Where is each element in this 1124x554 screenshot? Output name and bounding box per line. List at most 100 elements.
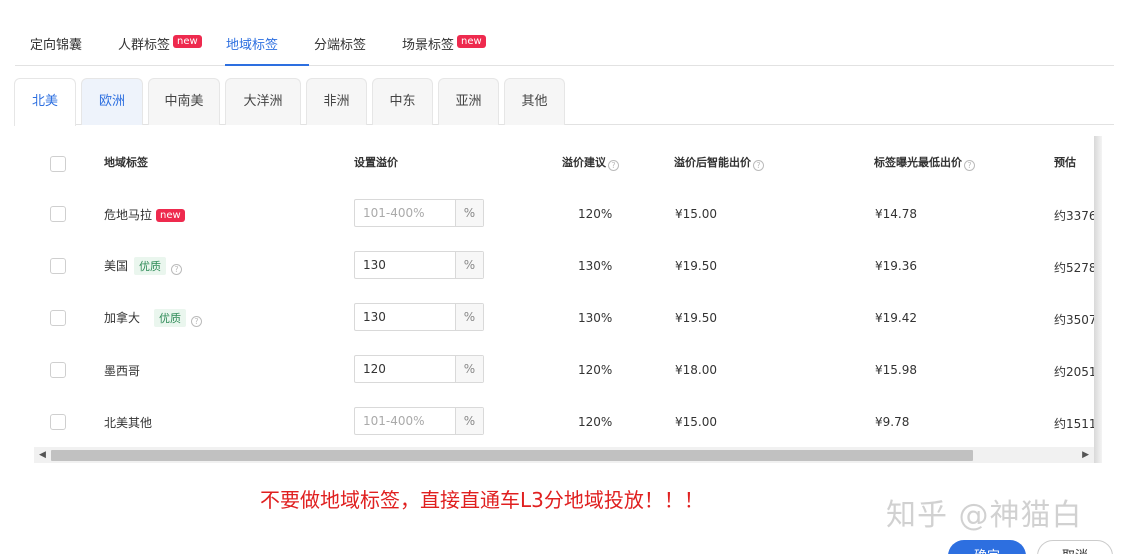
region-tab-oceania[interactable]: 大洋洲 [225, 78, 301, 125]
horizontal-scrollbar[interactable]: ◀ ▶ [34, 447, 1094, 463]
region-tab-europe[interactable]: 欧洲 [81, 78, 143, 125]
tab-region-tags[interactable]: 地域标签 [226, 34, 278, 53]
premium-input[interactable] [355, 252, 456, 278]
tab-label: 人群标签 [118, 38, 171, 53]
premium-advice: 120% [578, 363, 613, 377]
active-tab-indicator [225, 64, 309, 66]
scroll-left-icon[interactable]: ◀ [39, 450, 46, 460]
region-tab-label: 亚洲 [455, 94, 482, 109]
row-checkbox[interactable] [50, 310, 66, 326]
row-checkbox[interactable] [50, 258, 66, 274]
scroll-right-icon[interactable]: ▶ [1082, 450, 1089, 460]
region-tab-label: 大洋洲 [243, 94, 283, 109]
header-min-bid-wrap: 标签曝光最低出价? [874, 154, 975, 171]
header-set-premium: 设置溢价 [354, 156, 398, 169]
help-icon[interactable]: ? [753, 160, 764, 171]
premium-input-group: % [354, 251, 484, 279]
smart-bid: ¥19.50 [675, 311, 717, 325]
region-name: 墨西哥 [104, 364, 141, 378]
header-smart-bid: 溢价后智能出价 [674, 156, 751, 169]
table-row: 危地马拉new % 120% ¥15.00 ¥14.78 约3376 [34, 187, 1094, 239]
tab-crowd-tags[interactable]: 人群标签 new [118, 34, 202, 53]
region-tab-asia[interactable]: 亚洲 [438, 78, 499, 125]
top-tab-bar: 定向锦囊 人群标签 new 地域标签 分端标签 场景标签 new [15, 22, 1114, 66]
header-premium-advice-wrap: 溢价建议? [562, 154, 619, 171]
header-premium-advice: 溢价建议 [562, 156, 606, 169]
estimate: 约1511 [1054, 417, 1094, 431]
region-tab-north-america[interactable]: 北美 [14, 78, 76, 126]
premium-input-group: % [354, 407, 484, 435]
percent-unit: % [455, 304, 483, 330]
region-tag-table: 地域标签 设置溢价 溢价建议? 溢价后智能出价? 标签曝光最低出价? 预估 危地… [34, 136, 1094, 463]
help-icon[interactable]: ? [608, 160, 619, 171]
tab-scene-tags[interactable]: 场景标签 new [402, 34, 486, 53]
help-icon[interactable]: ? [964, 160, 975, 171]
premium-input-group: % [354, 355, 484, 383]
percent-unit: % [455, 408, 483, 434]
row-checkbox[interactable] [50, 414, 66, 430]
table-row: 北美其他 % 120% ¥15.00 ¥9.78 约1511 [34, 395, 1094, 447]
region-name: 美国 [104, 259, 129, 273]
region-tab-middle-east[interactable]: 中东 [372, 78, 433, 125]
region-tab-other[interactable]: 其他 [504, 78, 565, 125]
premium-input[interactable] [355, 408, 456, 434]
tab-label: 场景标签 [402, 38, 455, 53]
scrollbar-thumb[interactable] [51, 450, 973, 461]
premium-input[interactable] [355, 200, 456, 226]
region-tab-label: 其他 [521, 94, 548, 109]
table-row: 墨西哥 % 120% ¥18.00 ¥15.98 约2051 [34, 343, 1094, 395]
region-tab-label: 非洲 [323, 94, 350, 109]
min-bid: ¥19.36 [875, 259, 917, 273]
smart-bid: ¥18.00 [675, 363, 717, 377]
premium-advice: 130% [578, 311, 613, 325]
premium-input[interactable] [355, 304, 456, 330]
estimate: 约2051 [1054, 365, 1094, 379]
help-icon[interactable]: ? [171, 264, 183, 275]
premium-advice: 130% [578, 259, 613, 273]
header-smart-bid-wrap: 溢价后智能出价? [674, 154, 764, 171]
tab-device-tags[interactable]: 分端标签 [314, 34, 366, 53]
new-badge: new [173, 35, 202, 48]
min-bid: ¥15.98 [875, 363, 917, 377]
percent-unit: % [455, 356, 483, 382]
quality-badge: 优质 [154, 309, 187, 327]
region-tab-label: 中东 [389, 94, 416, 109]
region-name: 加拿大 [104, 311, 141, 325]
region-tab-latin-america[interactable]: 中南美 [148, 78, 220, 125]
percent-unit: % [455, 200, 483, 226]
table-row: 加拿大优质? % 130% ¥19.50 ¥19.42 约3507 [34, 291, 1094, 343]
region-name-cell: 危地马拉 new [104, 206, 185, 223]
region-tab-africa[interactable]: 非洲 [306, 78, 367, 125]
row-checkbox[interactable] [50, 206, 66, 222]
min-bid: ¥14.78 [875, 207, 917, 221]
table-row: 美国优质? % 130% ¥19.50 ¥19.36 约5278 [34, 239, 1094, 291]
tab-targeting-tips[interactable]: 定向锦囊 [30, 34, 82, 53]
premium-advice: 120% [578, 207, 613, 221]
estimate: 约5278 [1054, 261, 1094, 275]
premium-input[interactable] [355, 356, 456, 382]
smart-bid: ¥15.00 [675, 207, 717, 221]
estimate: 约3507 [1054, 313, 1094, 327]
region-tab-bar: 北美 欧洲 中南美 大洋洲 非洲 中东 亚洲 其他 [14, 78, 1114, 126]
header-min-bid: 标签曝光最低出价 [874, 156, 962, 169]
new-badge: new [457, 35, 486, 48]
select-all-checkbox[interactable] [50, 156, 66, 172]
header-region-tag: 地域标签 [104, 156, 148, 169]
cancel-button[interactable]: 取消 [1037, 540, 1113, 554]
watermark: 知乎 @神猫白 [886, 498, 1083, 533]
table-scroll-shadow [1094, 136, 1102, 463]
confirm-button[interactable]: 确定 [948, 540, 1026, 554]
min-bid: ¥19.42 [875, 311, 917, 325]
new-badge: new [156, 209, 185, 222]
help-icon[interactable]: ? [191, 316, 203, 327]
region-tab-label: 欧洲 [98, 94, 125, 109]
quality-badge: 优质 [134, 257, 167, 275]
estimate: 约3376 [1054, 209, 1094, 223]
region-tab-label: 中南美 [164, 94, 204, 109]
percent-unit: % [455, 252, 483, 278]
warning-annotation: 不要做地域标签，直接直通车L3分地域投放！！！ [260, 488, 704, 512]
row-checkbox[interactable] [50, 362, 66, 378]
region-name: 北美其他 [104, 416, 153, 430]
premium-input-group: % [354, 199, 484, 227]
tab-label: 定向锦囊 [30, 38, 83, 53]
